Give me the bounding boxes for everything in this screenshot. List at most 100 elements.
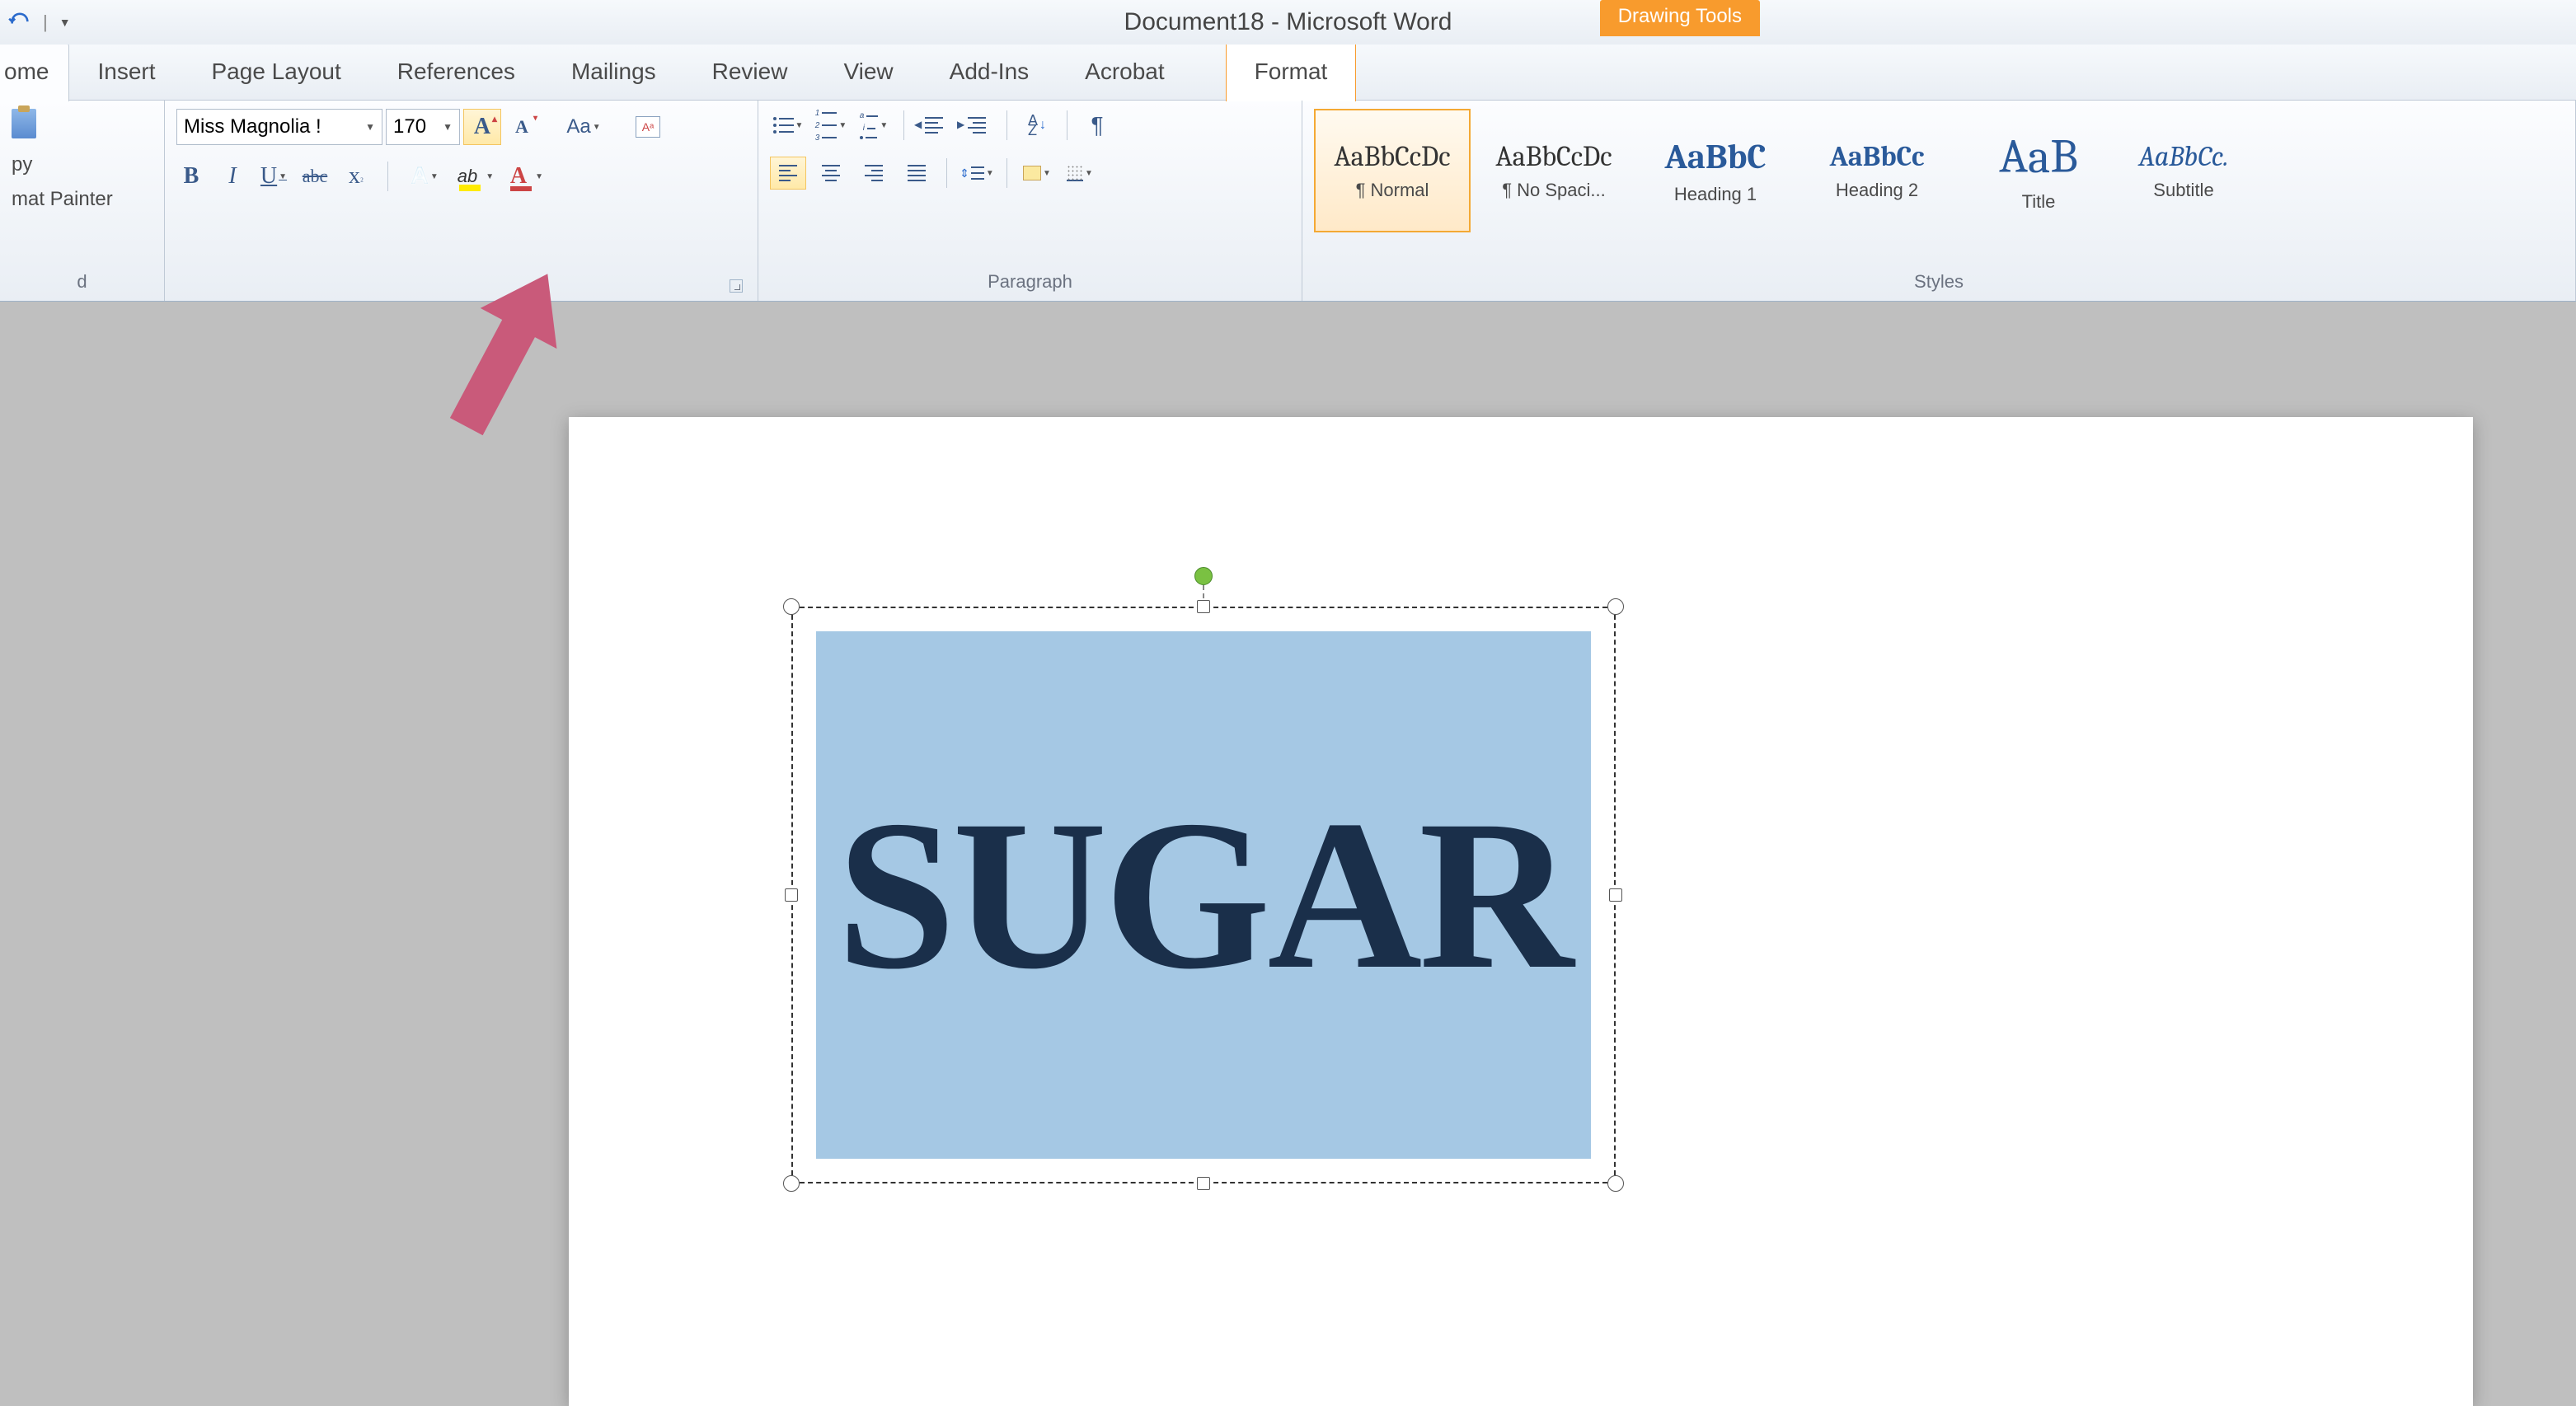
line-spacing-icon: ⇕ xyxy=(960,166,984,180)
separator xyxy=(1006,158,1007,188)
align-center-button[interactable] xyxy=(813,157,849,190)
group-clipboard: py mat Painter d xyxy=(0,101,165,301)
resize-handle-t[interactable] xyxy=(1197,600,1210,613)
italic-button[interactable]: I xyxy=(218,162,247,191)
paragraph-group-label: Paragraph xyxy=(770,268,1290,298)
style-preview: AaBbCc. xyxy=(2138,140,2228,173)
text-box-fill[interactable]: SUGAR xyxy=(816,631,1591,1159)
chevron-down-icon: ▼ xyxy=(795,121,804,130)
chevron-down-icon: ▼ xyxy=(430,172,439,181)
align-right-button[interactable] xyxy=(856,157,892,190)
clear-formatting-button[interactable]: Aᵃ xyxy=(630,109,666,145)
decrease-indent-icon xyxy=(925,117,943,134)
resize-handle-tr[interactable] xyxy=(1607,598,1624,615)
resize-handle-br[interactable] xyxy=(1607,1175,1624,1192)
rotate-handle[interactable] xyxy=(1194,567,1213,585)
change-case-button[interactable]: Aa▼ xyxy=(561,109,607,145)
style-normal[interactable]: AaBbCcDc ¶ Normal xyxy=(1314,109,1471,232)
bullets-button[interactable]: ▼ xyxy=(770,109,806,142)
style-title[interactable]: AaB Title xyxy=(1960,109,2117,232)
sort-icon: AZ xyxy=(1028,115,1038,135)
ribbon: py mat Painter d Miss Magnolia ! ▼ 170 ▼… xyxy=(0,101,2576,302)
font-name-value: Miss Magnolia ! xyxy=(184,115,321,138)
show-hide-button[interactable]: ¶ xyxy=(1079,109,1115,142)
numbering-button[interactable]: 123▼ xyxy=(813,109,849,142)
resize-handle-l[interactable] xyxy=(785,888,798,902)
font-size-combo[interactable]: 170 ▼ xyxy=(386,109,460,145)
format-painter-button[interactable]: mat Painter xyxy=(12,188,152,211)
style-heading-1[interactable]: AaBbC Heading 1 xyxy=(1637,109,1794,232)
tab-home[interactable]: ome xyxy=(0,43,69,101)
group-paragraph: ▼ 123▼ ai▼ ◀ ▶ AZ↓ ¶ ⇕▼ ▼ ▼ Paragraph xyxy=(758,101,1302,301)
style-name: ¶ Normal xyxy=(1356,180,1429,201)
tab-mailings[interactable]: Mailings xyxy=(543,44,684,101)
shading-button[interactable]: ▼ xyxy=(1019,157,1055,190)
increase-indent-button[interactable]: ▶ xyxy=(959,109,995,142)
style-heading-2[interactable]: AaBbCc Heading 2 xyxy=(1799,109,1955,232)
chevron-down-icon: ▼ xyxy=(365,121,375,133)
chevron-down-icon: ▼ xyxy=(986,169,994,178)
align-left-icon xyxy=(779,165,797,181)
shrink-font-button[interactable]: A▾ xyxy=(504,109,539,145)
paste-button[interactable] xyxy=(12,109,152,138)
text-effects-icon: A xyxy=(411,162,429,190)
undo-button[interactable] xyxy=(8,9,31,36)
increase-indent-icon xyxy=(968,117,986,134)
style-preview: AaBbCcDc xyxy=(1334,140,1450,173)
justify-button[interactable] xyxy=(899,157,935,190)
qat-customize-dropdown[interactable]: ▼ xyxy=(59,16,71,29)
bold-button[interactable]: B xyxy=(176,162,206,191)
strikethrough-button[interactable]: abc xyxy=(300,162,330,191)
subscript-button[interactable]: x₂ xyxy=(341,162,371,191)
resize-handle-b[interactable] xyxy=(1197,1177,1210,1190)
shrink-arrow-icon: ▾ xyxy=(533,114,537,123)
font-color-button[interactable]: A ▼ xyxy=(507,162,547,191)
borders-icon xyxy=(1067,165,1083,181)
tab-acrobat[interactable]: Acrobat xyxy=(1057,44,1193,101)
tab-addins[interactable]: Add-Ins xyxy=(922,44,1058,101)
text-effects-button[interactable]: A▼ xyxy=(405,162,444,191)
style-name: Subtitle xyxy=(2153,180,2213,201)
chevron-down-icon: ▼ xyxy=(535,172,543,181)
chevron-down-icon: ▼ xyxy=(486,172,494,181)
clipboard-group-label: d xyxy=(12,268,152,298)
style-subtitle[interactable]: AaBbCc. Subtitle xyxy=(2122,109,2245,232)
style-no-spacing[interactable]: AaBbCcDc ¶ No Spaci... xyxy=(1476,109,1632,232)
grow-arrow-icon: ▴ xyxy=(492,113,497,125)
tab-references[interactable]: References xyxy=(369,44,543,101)
font-dialog-launcher[interactable] xyxy=(730,279,743,293)
multilevel-list-button[interactable]: ai▼ xyxy=(856,109,892,142)
tab-format[interactable]: Format xyxy=(1226,44,1357,101)
separator xyxy=(946,158,947,188)
grow-font-button[interactable]: A▴ xyxy=(463,109,501,145)
copy-button[interactable]: py xyxy=(12,153,152,176)
chevron-down-icon: ▼ xyxy=(838,121,847,130)
style-name: Title xyxy=(2022,191,2056,213)
document-page[interactable]: SUGAR xyxy=(569,417,2473,1406)
bullets-icon xyxy=(773,117,794,134)
font-color-swatch xyxy=(510,186,532,191)
style-name: Heading 1 xyxy=(1674,184,1757,205)
highlight-button[interactable]: ab ▼ xyxy=(456,162,495,191)
styles-group-label: Styles xyxy=(1314,268,2564,298)
align-left-button[interactable] xyxy=(770,157,806,190)
ribbon-tabs: ome Insert Page Layout References Mailin… xyxy=(0,45,2576,101)
text-box[interactable]: SUGAR xyxy=(791,607,1616,1183)
text-box-content[interactable]: SUGAR xyxy=(837,772,1570,1019)
borders-button[interactable]: ▼ xyxy=(1062,157,1098,190)
decrease-indent-button[interactable]: ◀ xyxy=(916,109,952,142)
tab-view[interactable]: View xyxy=(815,44,921,101)
group-styles: AaBbCcDc ¶ Normal AaBbCcDc ¶ No Spaci...… xyxy=(1302,101,2576,301)
tab-page-layout[interactable]: Page Layout xyxy=(184,44,369,101)
tab-insert[interactable]: Insert xyxy=(69,44,183,101)
document-canvas[interactable]: SUGAR xyxy=(0,302,2576,1274)
underline-button[interactable]: U▼ xyxy=(259,162,289,191)
chevron-down-icon: ▼ xyxy=(279,172,287,181)
font-name-combo[interactable]: Miss Magnolia ! ▼ xyxy=(176,109,382,145)
line-spacing-button[interactable]: ⇕▼ xyxy=(959,157,995,190)
resize-handle-r[interactable] xyxy=(1609,888,1622,902)
resize-handle-bl[interactable] xyxy=(783,1175,800,1192)
resize-handle-tl[interactable] xyxy=(783,598,800,615)
sort-button[interactable]: AZ↓ xyxy=(1019,109,1055,142)
tab-review[interactable]: Review xyxy=(684,44,816,101)
